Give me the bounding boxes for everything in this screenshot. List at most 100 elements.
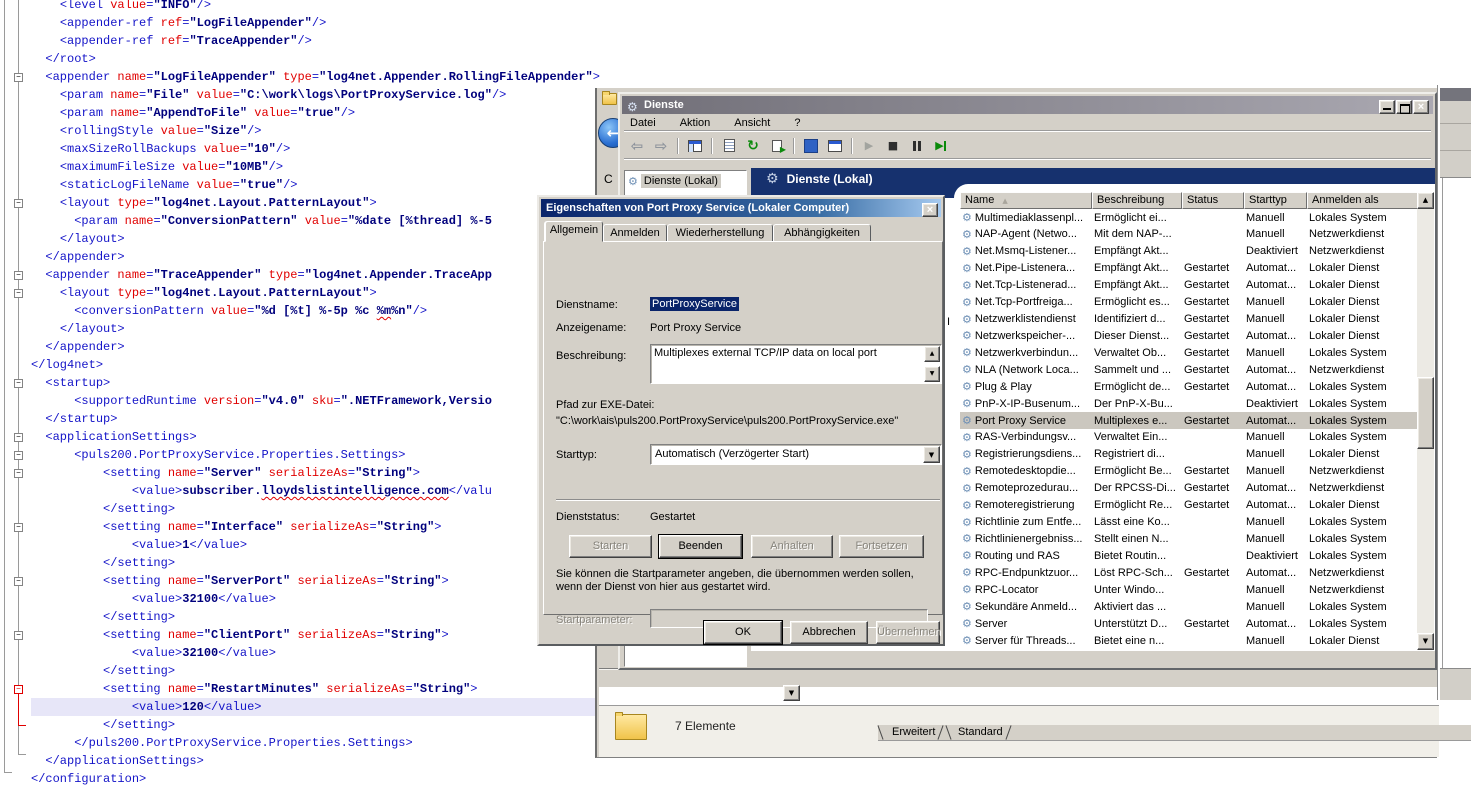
chevron-down-icon[interactable]: ▼ bbox=[923, 446, 940, 463]
stop-service-icon[interactable] bbox=[882, 136, 904, 156]
table-row[interactable]: ⚙Netzwerkspeicher-...Dieser Dienst...Ges… bbox=[960, 327, 1418, 344]
dienstname-value[interactable]: PortProxyService bbox=[650, 297, 739, 311]
fold-marker[interactable] bbox=[18, 694, 19, 725]
fold-marker[interactable]: − bbox=[14, 379, 23, 388]
menu-item-?[interactable]: ? bbox=[794, 117, 800, 129]
table-row[interactable]: ⚙PnP-X-IP-Busenum...Der PnP-X-Bu...Deakt… bbox=[960, 395, 1418, 412]
fold-marker[interactable]: − bbox=[14, 73, 23, 82]
tab-anmelden[interactable]: Anmelden bbox=[603, 224, 667, 242]
forward-icon[interactable] bbox=[650, 136, 672, 156]
table-row[interactable]: ⚙Net.Tcp-Portfreiga...Ermöglicht es...Ge… bbox=[960, 294, 1418, 311]
fold-marker[interactable]: − bbox=[14, 523, 23, 532]
properties-icon[interactable] bbox=[718, 136, 740, 156]
extended-view-icon[interactable] bbox=[824, 136, 846, 156]
fold-marker[interactable] bbox=[18, 725, 26, 726]
back-icon[interactable] bbox=[626, 136, 648, 156]
close-icon[interactable]: × bbox=[922, 203, 938, 217]
scroll-down-icon[interactable]: ▼ bbox=[1417, 633, 1434, 650]
tab-erweitert[interactable]: Erweitert bbox=[892, 726, 935, 738]
table-row[interactable]: ⚙NLA (Network Loca...Sammelt und ...Gest… bbox=[960, 361, 1418, 378]
scrollbar-thumb[interactable] bbox=[1417, 377, 1434, 449]
scroll-up-icon[interactable]: ▲ bbox=[1417, 192, 1434, 209]
menu-item-aktion[interactable]: Aktion bbox=[680, 117, 711, 129]
menu-item-ansicht[interactable]: Ansicht bbox=[734, 117, 770, 129]
table-row[interactable]: ⚙RPC-LocatorUnter Windo...ManuellNetzwer… bbox=[960, 581, 1418, 598]
restart-service-icon[interactable] bbox=[930, 136, 952, 156]
fold-marker[interactable]: − bbox=[14, 631, 23, 640]
table-row[interactable]: ⚙Richtlinienergebniss...Stellt einen N..… bbox=[960, 530, 1418, 547]
table-row[interactable]: ⚙Remoteprozedurau...Der RPCSS-Di...Gesta… bbox=[960, 480, 1418, 497]
table-row[interactable]: ⚙Richtlinie zum Entfe...Lässt eine Ko...… bbox=[960, 514, 1418, 531]
column-header-anmelden-als[interactable]: Anmelden als bbox=[1307, 192, 1418, 209]
code-folding-gutter[interactable]: − − − − − − − − − − − − bbox=[0, 0, 30, 787]
fold-marker[interactable]: − bbox=[14, 271, 23, 280]
scroll-up-icon[interactable]: ▲ bbox=[924, 346, 940, 362]
table-row[interactable]: ⚙RemoteregistrierungErmöglicht Re...Gest… bbox=[960, 497, 1418, 514]
ok-button[interactable]: OK bbox=[704, 621, 782, 644]
fold-marker[interactable]: − bbox=[14, 289, 23, 298]
help-icon[interactable] bbox=[800, 136, 822, 156]
table-row[interactable]: ⚙Plug & PlayErmöglicht de...GestartetAut… bbox=[960, 378, 1418, 395]
table-row[interactable]: ⚙Registrierungsdiens...Registriert di...… bbox=[960, 446, 1418, 463]
abbrechen-button[interactable]: Abbrechen bbox=[790, 621, 868, 644]
column-header-starttyp[interactable]: Starttyp bbox=[1244, 192, 1307, 209]
tab-standard[interactable]: Standard bbox=[958, 726, 1003, 738]
beenden-button[interactable]: Beenden bbox=[659, 535, 742, 558]
menu-bar[interactable]: Datei Aktion Ansicht? bbox=[624, 115, 1431, 132]
dialog-titlebar[interactable]: Eigenschaften von Port Proxy Service (Lo… bbox=[541, 199, 941, 217]
fold-marker[interactable]: − bbox=[14, 469, 23, 478]
services-titlebar[interactable]: ⚙ Dienste × bbox=[622, 96, 1433, 114]
maximize-icon[interactable] bbox=[1396, 100, 1412, 114]
fold-marker[interactable] bbox=[4, 0, 5, 772]
scroll-down-icon[interactable]: ▼ bbox=[924, 366, 940, 382]
table-row[interactable]: ⚙Multimediaklassenpl...Ermöglicht ei...M… bbox=[960, 209, 1418, 226]
services-list-panel[interactable]: Name▲BeschreibungStatusStarttypAnmelden … bbox=[954, 184, 1435, 651]
pause-service-icon[interactable] bbox=[906, 136, 928, 156]
table-row[interactable]: ⚙NAP-Agent (Netwo...Mit dem NAP-...Manue… bbox=[960, 226, 1418, 243]
fold-marker[interactable]: − bbox=[14, 199, 23, 208]
tree-item-dienste-lokal[interactable]: ⚙ Dienste (Lokal) bbox=[628, 174, 721, 188]
table-row[interactable]: ⚙RAS-Verbindungsv...Verwaltet Ein...Manu… bbox=[960, 429, 1418, 446]
column-header-beschreibung[interactable]: Beschreibung bbox=[1092, 192, 1182, 209]
table-row[interactable]: ⚙NetzwerklistendienstIdentifiziert d...G… bbox=[960, 311, 1418, 328]
tab-abhangigkeiten[interactable]: Abhängigkeiten bbox=[773, 224, 871, 242]
fold-marker[interactable] bbox=[18, 754, 26, 755]
code-content[interactable]: <level value="INFO"/> <appender-ref ref=… bbox=[31, 0, 597, 787]
table-row[interactable]: ⚙Port Proxy ServiceMultiplexes e...Gesta… bbox=[960, 412, 1418, 429]
table-row[interactable]: ⚙Net.Msmq-Listener...Empfängt Akt...Deak… bbox=[960, 243, 1418, 260]
column-header-name[interactable]: Name▲ bbox=[960, 192, 1092, 209]
column-header-status[interactable]: Status bbox=[1182, 192, 1244, 209]
fold-marker[interactable]: − bbox=[14, 451, 23, 460]
fold-marker[interactable]: − bbox=[14, 685, 23, 694]
table-row[interactable]: ⚙Routing und RASBietet Routin...Deaktivi… bbox=[960, 547, 1418, 564]
menu-item-datei[interactable]: Datei bbox=[630, 117, 656, 129]
vertical-scrollbar[interactable]: ▲ ▼ bbox=[1417, 192, 1434, 650]
fold-marker[interactable] bbox=[4, 772, 12, 773]
fold-marker[interactable] bbox=[18, 0, 19, 754]
table-row[interactable]: ⚙Net.Pipe-Listenera...Empfängt Akt...Ges… bbox=[960, 260, 1418, 277]
show-tree-icon[interactable] bbox=[684, 136, 706, 156]
tab-allgemein[interactable]: Allgemein bbox=[545, 221, 603, 242]
table-header[interactable]: Name▲BeschreibungStatusStarttypAnmelden … bbox=[960, 192, 1418, 209]
table-row[interactable]: ⚙ServerUnterstützt D...GestartetAutomat.… bbox=[960, 615, 1418, 632]
export-list-icon[interactable] bbox=[766, 136, 788, 156]
refresh-icon[interactable] bbox=[742, 136, 764, 156]
table-row[interactable]: ⚙RPC-Endpunktzuor...Löst RPC-Sch...Gesta… bbox=[960, 564, 1418, 581]
services-table[interactable]: ⚙Multimediaklassenpl...Ermöglicht ei...M… bbox=[960, 209, 1418, 650]
table-row[interactable]: ⚙Server für Threads...Bietet eine n...Ma… bbox=[960, 632, 1418, 649]
table-row[interactable]: ⚙Netzwerkverbindun...Verwaltet Ob...Gest… bbox=[960, 344, 1418, 361]
table-row[interactable]: ⚙Net.Tcp-Listenerad...Empfängt Akt...Ges… bbox=[960, 277, 1418, 294]
starttyp-select[interactable]: Automatisch (Verzögerter Start) ▼ bbox=[650, 444, 942, 465]
table-row[interactable]: ⚙Sekundäre Anmeld...Aktiviert das ...Man… bbox=[960, 598, 1418, 615]
dialog-tabs[interactable]: AllgemeinAnmeldenWiederherstellungAbhäng… bbox=[545, 221, 871, 242]
dropdown-arrow-icon[interactable]: ▼ bbox=[783, 685, 800, 701]
tab-wiederherstellung[interactable]: Wiederherstellung bbox=[667, 224, 773, 242]
start-service-icon[interactable] bbox=[858, 136, 880, 156]
view-tabs[interactable]: Erweitert Standard bbox=[878, 725, 1471, 741]
close-icon[interactable]: × bbox=[1413, 100, 1429, 114]
table-row[interactable]: ⚙Remotedesktopdie...Ermöglicht Be...Gest… bbox=[960, 463, 1418, 480]
fold-marker[interactable]: − bbox=[14, 433, 23, 442]
fold-marker[interactable]: − bbox=[14, 577, 23, 586]
beschreibung-field[interactable]: Multiplexes external TCP/IP data on loca… bbox=[650, 344, 942, 384]
minimize-icon[interactable] bbox=[1379, 100, 1395, 114]
